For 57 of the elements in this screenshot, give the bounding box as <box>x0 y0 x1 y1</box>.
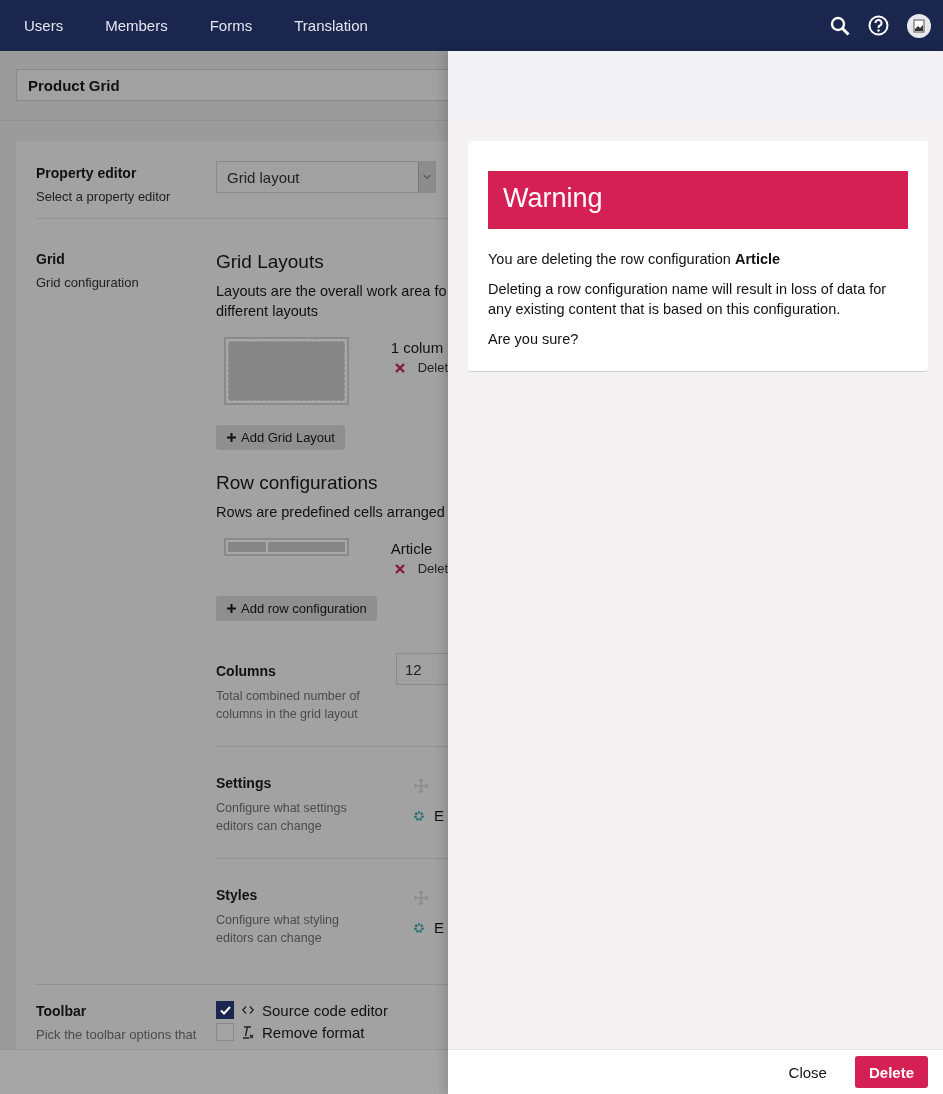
item-action-link[interactable]: Delet <box>417 561 448 576</box>
number-field[interactable]: 12 <box>396 653 448 685</box>
property-description: Select a property editor <box>36 189 172 204</box>
option-label: Source code editor <box>262 1001 388 1019</box>
section-description: different layouts <box>216 302 320 321</box>
option-checkbox[interactable] <box>216 1023 234 1041</box>
close-button[interactable]: Close <box>782 1062 833 1082</box>
setting-label: Settings <box>216 775 273 791</box>
property-label: Toolbar <box>36 1003 88 1019</box>
setting-description: Total combined number of columns in the grid layout <box>216 688 361 723</box>
dialog-text: Are you sure? <box>488 330 580 349</box>
option-label: Remove format <box>262 1023 365 1041</box>
item-name: 1 colum <box>390 339 445 356</box>
delete-icon[interactable] <box>394 362 405 373</box>
nav-item[interactable]: Translation <box>294 17 368 34</box>
section-heading: Grid Layouts <box>216 251 325 273</box>
section-heading: Row configurations <box>216 472 379 494</box>
section-description: Rows are predefined cells arranged <box>216 503 446 522</box>
help-icon[interactable] <box>868 15 889 36</box>
add-button[interactable]: Add row configuration <box>216 596 377 621</box>
caret-icon <box>418 162 435 192</box>
setting-description: Configure what styling editors can change <box>216 912 340 947</box>
warning-title: Warning <box>488 171 908 229</box>
delete-icon[interactable] <box>394 563 405 574</box>
layout-preview[interactable] <box>224 337 349 405</box>
clear-format-icon <box>242 1025 254 1039</box>
avatar[interactable] <box>907 13 931 38</box>
code-icon <box>242 1006 254 1014</box>
option-checkbox[interactable] <box>216 1001 234 1019</box>
search-icon[interactable] <box>830 15 850 36</box>
section-description: Layouts are the overall work area fo <box>216 282 448 301</box>
editor-select[interactable]: Grid layout <box>216 161 436 193</box>
property-description: Pick the toolbar options that <box>36 1027 198 1042</box>
property-label: Grid <box>36 251 66 267</box>
setting-label: Styles <box>216 887 259 903</box>
item-name: Article <box>390 540 434 557</box>
gear-icon[interactable] <box>414 922 424 933</box>
item-action-link[interactable]: Delet <box>417 360 448 375</box>
dialog-text: Deleting a row configuration name will result in loss of data for any existing content that is based on this configuration. <box>488 280 888 319</box>
add-button[interactable]: Add Grid Layout <box>216 425 345 450</box>
plus-icon <box>227 433 236 442</box>
property-label: Property editor <box>36 165 138 181</box>
plus-icon <box>227 604 236 613</box>
edit-link[interactable]: E <box>434 807 444 824</box>
property-description: Grid configuration <box>36 275 140 290</box>
gear-icon[interactable] <box>414 810 424 821</box>
nav-item[interactable]: Forms <box>209 17 253 34</box>
name-field[interactable]: Product Grid <box>16 69 448 101</box>
row-preview[interactable] <box>224 538 349 556</box>
checkmark-icon <box>219 1005 231 1015</box>
setting-description: Configure what settings editors can change <box>216 800 348 835</box>
nav-item[interactable]: Users <box>24 17 64 34</box>
dialog-text: You are deleting the row configuration Article <box>488 250 782 269</box>
edit-link[interactable]: E <box>434 919 444 936</box>
setting-label: Columns <box>216 663 277 679</box>
delete-button[interactable]: Delete <box>854 1056 928 1088</box>
nav-item[interactable]: Members <box>105 17 168 34</box>
